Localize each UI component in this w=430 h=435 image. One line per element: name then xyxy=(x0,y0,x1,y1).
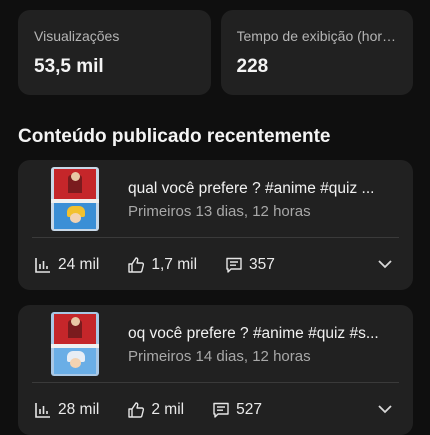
views-metric: 24 mil xyxy=(34,256,99,274)
comment-icon xyxy=(226,257,242,273)
video-metrics: 28 mil 2 mil 527 xyxy=(34,400,399,420)
likes-metric: 2 mil xyxy=(127,401,184,419)
stat-label: Tempo de exibição (hor… xyxy=(236,28,397,44)
comments-metric: 527 xyxy=(212,401,262,419)
video-metrics: 24 mil 1,7 mil 357 xyxy=(34,255,399,275)
chevron-down-icon[interactable] xyxy=(377,403,393,415)
comments-count: 527 xyxy=(236,401,262,418)
likes-count: 1,7 mil xyxy=(151,256,198,273)
stats-row: Visualizações 53,5 mil Tempo de exibição… xyxy=(18,10,413,95)
video-thumbnail[interactable] xyxy=(51,167,99,231)
video-subtitle: Primeiros 14 dias, 12 horas xyxy=(128,348,311,365)
stat-card-watch-time[interactable]: Tempo de exibição (hor… 228 xyxy=(220,10,413,95)
comment-icon xyxy=(213,402,229,418)
divider xyxy=(32,382,399,383)
likes-count: 2 mil xyxy=(151,401,185,418)
video-card[interactable]: qual você prefere ? #anime #quiz ... Pri… xyxy=(18,160,413,290)
video-title[interactable]: qual você prefere ? #anime #quiz ... xyxy=(128,180,399,198)
views-metric: 28 mil xyxy=(34,401,99,419)
video-title[interactable]: oq você prefere ? #anime #quiz #s... xyxy=(128,325,399,343)
thumbs-up-icon xyxy=(128,257,145,273)
comments-metric: 357 xyxy=(225,256,275,274)
thumbs-up-icon xyxy=(128,402,145,418)
video-card[interactable]: oq você prefere ? #anime #quiz #s... Pri… xyxy=(18,305,413,435)
chevron-down-icon[interactable] xyxy=(377,258,393,270)
likes-metric: 1,7 mil xyxy=(127,256,197,274)
divider xyxy=(32,237,399,238)
stat-card-views[interactable]: Visualizações 53,5 mil xyxy=(18,10,211,95)
comments-count: 357 xyxy=(249,256,275,273)
bar-chart-icon xyxy=(35,258,50,273)
section-title: Conteúdo publicado recentemente xyxy=(18,126,331,147)
stat-value: 228 xyxy=(236,56,269,77)
views-count: 28 mil xyxy=(58,401,100,418)
stat-value: 53,5 mil xyxy=(34,56,104,77)
video-subtitle: Primeiros 13 dias, 12 horas xyxy=(128,203,311,220)
views-count: 24 mil xyxy=(58,256,100,273)
video-thumbnail[interactable] xyxy=(51,312,99,376)
bar-chart-icon xyxy=(35,403,50,418)
stat-label: Visualizações xyxy=(34,28,120,44)
